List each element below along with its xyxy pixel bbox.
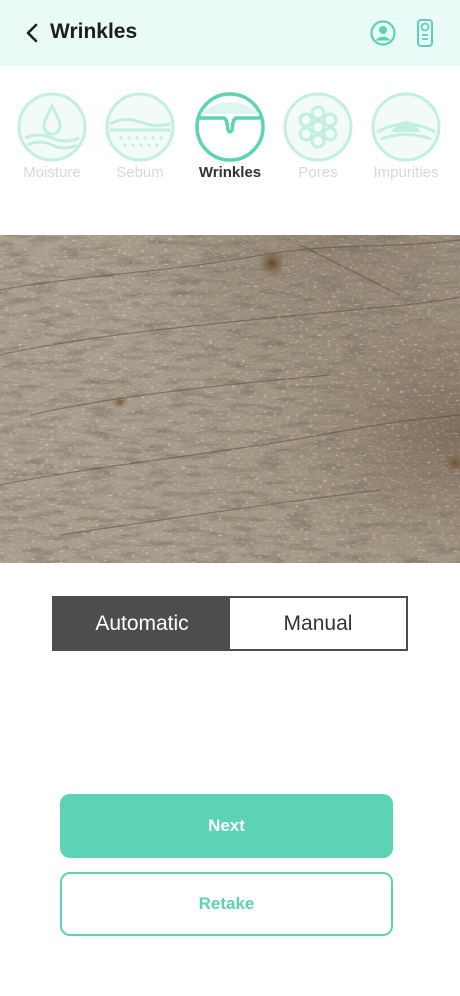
category-pores[interactable]: Pores <box>272 90 364 190</box>
user-circle-icon <box>370 20 396 46</box>
wrinkle-icon <box>195 92 265 162</box>
device-button[interactable] <box>410 18 440 48</box>
back-button[interactable] <box>18 18 46 48</box>
skin-photo <box>0 235 460 563</box>
header-bar: Wrinkles <box>0 0 460 66</box>
chevron-left-icon <box>26 23 38 43</box>
category-label: Impurities <box>373 164 439 181</box>
category-label: Pores <box>298 164 338 181</box>
category-label: Moisture <box>23 164 81 181</box>
retake-button[interactable]: Retake <box>60 872 393 936</box>
manual-option[interactable]: Manual <box>230 598 406 649</box>
mode-toggle: Automatic Manual <box>52 596 408 651</box>
next-button[interactable]: Next <box>60 794 393 858</box>
device-icon <box>417 19 433 47</box>
category-label: Sebum <box>116 164 164 181</box>
pores-icon <box>283 92 353 162</box>
category-moisture[interactable]: Moisture <box>6 90 98 190</box>
category-wrinkles[interactable]: Wrinkles <box>184 90 276 190</box>
page-title: Wrinkles <box>50 20 138 43</box>
category-sebum[interactable]: Sebum <box>94 90 186 190</box>
automatic-option[interactable]: Automatic <box>54 598 230 649</box>
water-drop-icon <box>17 92 87 162</box>
category-label: Wrinkles <box>198 164 262 181</box>
profile-button[interactable] <box>368 18 398 48</box>
category-impurities[interactable]: Impurities <box>360 90 452 190</box>
category-selector: Moisture Sebum Wrinkles Pores Impurities <box>0 90 460 190</box>
impurities-icon <box>371 92 441 162</box>
sebum-icon <box>105 92 175 162</box>
